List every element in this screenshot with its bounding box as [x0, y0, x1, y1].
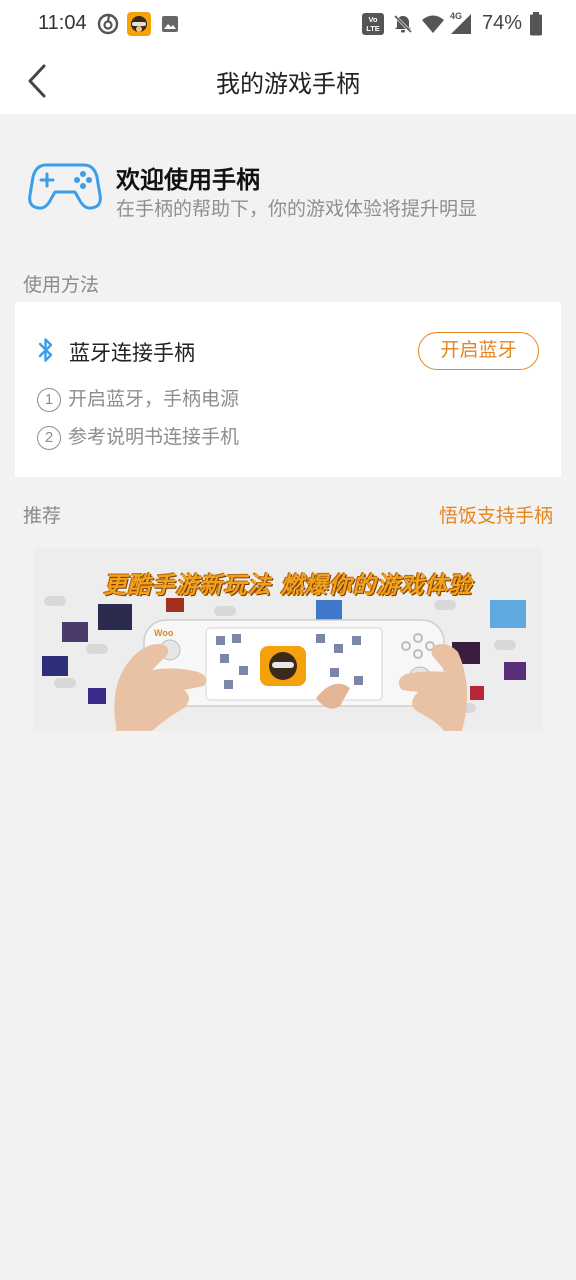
status-time: 11:04	[38, 12, 87, 34]
usage-section-label: 使用方法	[23, 274, 100, 296]
app-bar: 我的游戏手柄	[0, 48, 576, 114]
step-1: 1 开启蓝牙，手柄电源	[37, 384, 239, 412]
app-avatar-icon	[127, 12, 151, 36]
open-bluetooth-button[interactable]: 开启蓝牙	[418, 332, 539, 370]
netease-music-icon	[97, 13, 119, 35]
battery-icon	[530, 12, 542, 36]
bluetooth-card-title: 蓝牙连接手柄	[69, 341, 195, 365]
step-number: 2	[37, 426, 61, 450]
bluetooth-card: 蓝牙连接手柄 开启蓝牙 1 开启蓝牙，手柄电源 2 参考说明书连接手机	[15, 302, 561, 477]
welcome-title: 欢迎使用手柄	[116, 166, 260, 194]
status-bar: 11:04 Vo LTE 4G 74%	[0, 0, 576, 48]
bluetooth-icon	[38, 338, 53, 362]
banner-headline: 更酷手游新玩法 燃爆你的游戏体验	[103, 573, 473, 599]
gamepad-icon	[28, 163, 102, 210]
gallery-icon	[162, 16, 178, 32]
step-text: 参考说明书连接手机	[68, 426, 240, 448]
signal-icon	[451, 14, 471, 34]
recommend-section-label: 推荐	[23, 505, 62, 527]
battery-percent: 74%	[482, 12, 523, 34]
volte-icon: Vo LTE	[362, 13, 384, 35]
welcome-section: 欢迎使用手柄 在手柄的帮助下，你的游戏体验将提升明显	[0, 114, 576, 254]
wufan-gamepad-link[interactable]: 悟饭支持手柄	[439, 501, 553, 528]
step-2: 2 参考说明书连接手机	[37, 422, 239, 450]
gamepad-promo-banner[interactable]: Woo 更酷手游新玩法 燃爆你的游戏体验	[34, 548, 542, 731]
page-title: 我的游戏手柄	[216, 70, 360, 98]
svg-text:LTE: LTE	[366, 24, 380, 33]
step-text: 开启蓝牙，手柄电源	[68, 388, 240, 410]
welcome-subtitle: 在手柄的帮助下，你的游戏体验将提升明显	[116, 198, 478, 220]
svg-text:Woo: Woo	[154, 628, 174, 638]
mute-bell-icon	[393, 14, 413, 34]
step-number: 1	[37, 388, 61, 412]
svg-text:Vo: Vo	[368, 15, 377, 24]
wifi-icon	[422, 15, 444, 33]
